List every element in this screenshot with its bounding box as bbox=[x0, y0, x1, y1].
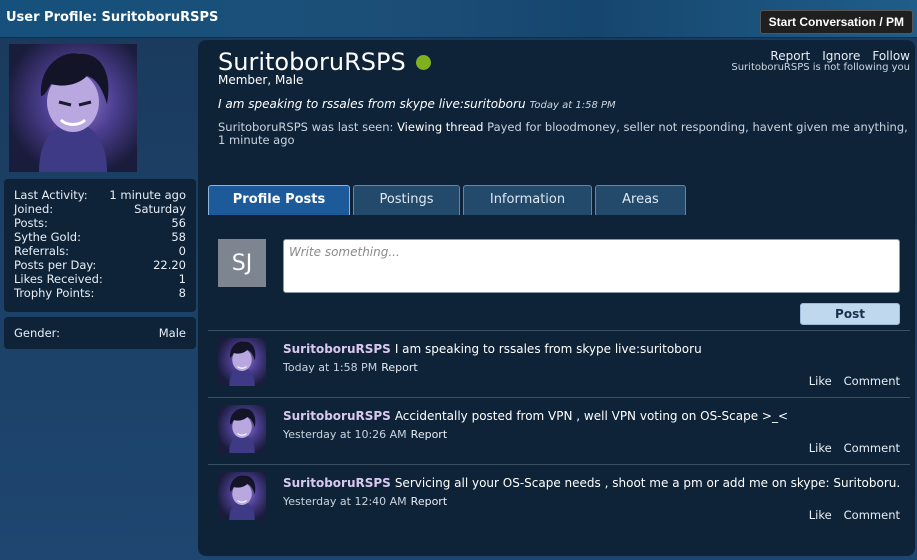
stat-value: Saturday bbox=[134, 202, 186, 216]
post-actions: Like Comment bbox=[809, 508, 900, 522]
tab-information[interactable]: Information bbox=[463, 185, 592, 215]
post-time[interactable]: Today at 1:58 PM bbox=[283, 361, 377, 374]
top-header-bar: User Profile: SuritoboruRSPS Start Conve… bbox=[0, 0, 917, 38]
stat-label: Joined: bbox=[14, 202, 54, 216]
like-link[interactable]: Like bbox=[809, 374, 832, 388]
profile-post-item: SuritoboruRSPS Accidentally posted from V… bbox=[208, 397, 910, 464]
stat-label: Last Activity: bbox=[14, 188, 88, 202]
stat-label: Sythe Gold: bbox=[14, 230, 81, 244]
page-title: User Profile: SuritoboruRSPS bbox=[6, 10, 219, 25]
comment-link[interactable]: Comment bbox=[844, 374, 900, 388]
stat-value: 56 bbox=[171, 216, 186, 230]
avatar-illustration bbox=[229, 341, 256, 386]
post-author-link[interactable]: SuritoboruRSPS bbox=[283, 409, 391, 423]
follow-link[interactable]: Follow bbox=[872, 49, 910, 63]
profile-post-item: SuritoboruRSPS I am speaking to rssales f… bbox=[208, 330, 910, 397]
like-link[interactable]: Like bbox=[809, 508, 832, 522]
stat-label: Posts: bbox=[14, 216, 48, 230]
tab-postings[interactable]: Postings bbox=[353, 185, 460, 215]
post-report-link[interactable]: Report bbox=[411, 428, 447, 441]
profile-post-input[interactable] bbox=[283, 239, 900, 293]
gender-value: Male bbox=[158, 326, 186, 340]
profile-post-item: SuritoboruRSPS Servicing all your OS-Scap… bbox=[208, 464, 910, 531]
tab-areas[interactable]: Areas bbox=[595, 185, 686, 215]
post-meta: Yesterday at 12:40 AM Report bbox=[283, 495, 447, 508]
avatar-illustration bbox=[229, 475, 256, 520]
tab-profile-posts[interactable]: Profile Posts bbox=[208, 185, 350, 215]
post-author-link[interactable]: SuritoboruRSPS bbox=[283, 342, 391, 356]
like-link[interactable]: Like bbox=[809, 441, 832, 455]
profile-page: Last Activity: 1 minute ago Joined: Satu… bbox=[0, 38, 917, 560]
stat-row-last-activity: Last Activity: 1 minute ago bbox=[14, 188, 186, 202]
post-report-link[interactable]: Report bbox=[381, 361, 417, 374]
last-seen-thread-link[interactable]: Payed for bloodmoney, seller not respond… bbox=[487, 120, 908, 134]
ignore-link[interactable]: Ignore bbox=[822, 49, 860, 63]
post-meta: Yesterday at 10:26 AM Report bbox=[283, 428, 447, 441]
gender-label: Gender: bbox=[14, 326, 61, 340]
post-time[interactable]: Yesterday at 12:40 AM bbox=[283, 495, 407, 508]
stat-value: 1 bbox=[178, 272, 186, 286]
post-actions: Like Comment bbox=[809, 441, 900, 455]
start-conversation-button[interactable]: Start Conversation / PM bbox=[759, 10, 913, 34]
avatar-illustration bbox=[39, 53, 109, 172]
composer-avatar: SJ bbox=[218, 239, 266, 287]
avatar-illustration bbox=[229, 408, 256, 453]
post-author-avatar[interactable] bbox=[218, 405, 266, 453]
status-text: I am speaking to rssales from skype live… bbox=[218, 97, 526, 111]
stat-value: 58 bbox=[171, 230, 186, 244]
stat-row-sythe-gold: Sythe Gold: 58 bbox=[14, 230, 186, 244]
online-status-icon bbox=[415, 54, 431, 70]
post-message: Servicing all your OS-Scape needs , shoo… bbox=[394, 476, 901, 490]
profile-tabs: Profile Posts Postings Information Areas bbox=[208, 185, 686, 215]
stat-row-posts-per-day: Posts per Day: 22.20 bbox=[14, 258, 186, 272]
follow-status-note: SuritoboruRSPS is not following you bbox=[731, 62, 910, 73]
post-message: I am speaking to rssales from skype live… bbox=[394, 342, 702, 356]
member-stats-panel: Last Activity: 1 minute ago Joined: Satu… bbox=[4, 179, 196, 312]
post-actions: Like Comment bbox=[809, 374, 900, 388]
stat-value: 22.20 bbox=[153, 258, 186, 272]
username: SuritoboruRSPS bbox=[218, 48, 406, 76]
post-text: SuritoboruRSPS Servicing all your OS-Scap… bbox=[283, 476, 900, 490]
post-author-avatar[interactable] bbox=[218, 472, 266, 520]
stat-value: 8 bbox=[178, 286, 186, 300]
status-time: Today at 1:58 PM bbox=[529, 100, 616, 111]
last-seen-time: 1 minute ago bbox=[218, 133, 295, 147]
post-text: SuritoboruRSPS I am speaking to rssales f… bbox=[283, 342, 702, 356]
last-seen-action: Viewing thread bbox=[397, 120, 484, 134]
post-meta: Today at 1:58 PM Report bbox=[283, 361, 418, 374]
stat-row-trophy-points: Trophy Points: 8 bbox=[14, 286, 186, 300]
comment-link[interactable]: Comment bbox=[844, 441, 900, 455]
post-text: SuritoboruRSPS Accidentally posted from V… bbox=[283, 409, 788, 423]
post-message: Accidentally posted from VPN , well VPN … bbox=[394, 409, 789, 423]
stat-value: 0 bbox=[178, 244, 186, 258]
status-message: I am speaking to rssales from skype live… bbox=[218, 97, 616, 111]
last-seen-prefix: SuritoboruRSPS was last seen: bbox=[218, 120, 394, 134]
profile-avatar[interactable] bbox=[9, 44, 137, 172]
stat-row-referrals: Referrals: 0 bbox=[14, 244, 186, 258]
stat-label: Posts per Day: bbox=[14, 258, 97, 272]
stat-label: Likes Received: bbox=[14, 272, 103, 286]
post-time[interactable]: Yesterday at 10:26 AM bbox=[283, 428, 407, 441]
stat-value: 1 minute ago bbox=[109, 188, 186, 202]
comment-link[interactable]: Comment bbox=[844, 508, 900, 522]
username-heading: SuritoboruRSPS bbox=[218, 48, 431, 76]
stat-row-posts: Posts: 56 bbox=[14, 216, 186, 230]
stat-row-joined: Joined: Saturday bbox=[14, 202, 186, 216]
post-button[interactable]: Post bbox=[800, 303, 900, 325]
post-author-link[interactable]: SuritoboruRSPS bbox=[283, 476, 391, 490]
gender-panel: Gender: Male bbox=[4, 317, 196, 349]
stat-row-likes-received: Likes Received: 1 bbox=[14, 272, 186, 286]
post-report-link[interactable]: Report bbox=[411, 495, 447, 508]
post-author-avatar[interactable] bbox=[218, 338, 266, 386]
stat-label: Trophy Points: bbox=[14, 286, 95, 300]
report-link[interactable]: Report bbox=[770, 49, 810, 63]
profile-main-card: SuritoboruRSPS Member, Male Report Ignor… bbox=[198, 40, 915, 556]
last-seen-info: SuritoboruRSPS was last seen: Viewing th… bbox=[218, 121, 908, 147]
user-title: Member, Male bbox=[218, 73, 304, 87]
profile-posts-panel: SJ Post SuritoboruRSPSI am speaking to r… bbox=[203, 215, 915, 544]
stat-label: Referrals: bbox=[14, 244, 70, 258]
profile-action-links: Report Ignore Follow bbox=[770, 49, 910, 63]
